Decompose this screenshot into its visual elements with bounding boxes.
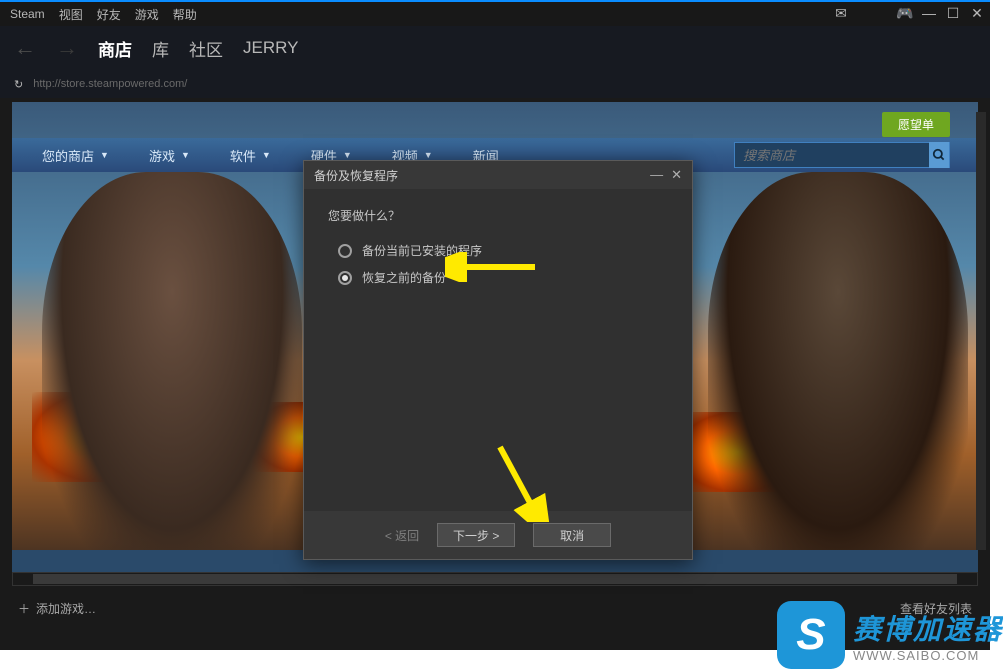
reload-icon[interactable]: ↻: [14, 78, 23, 91]
minimize-button[interactable]: —: [922, 6, 936, 20]
store-nav-software[interactable]: 软件 ▼: [210, 146, 291, 165]
dialog-minimize-button[interactable]: —: [650, 167, 663, 183]
store-nav-label: 软件: [230, 146, 256, 165]
main-navbar: ← → 商店 库 社区 JERRY: [0, 26, 990, 70]
plus-icon: ＋: [18, 600, 30, 617]
mail-icon[interactable]: ✉: [834, 6, 848, 20]
vertical-scrollbar[interactable]: [976, 112, 986, 550]
search-button[interactable]: [929, 142, 949, 168]
nav-back-button[interactable]: ←: [14, 35, 36, 61]
backup-restore-dialog: 备份及恢复程序 — ✕ 您要做什么？ 备份当前已安装的程序 恢复之前的备份 < …: [303, 160, 693, 560]
store-nav-games[interactable]: 游戏 ▼: [129, 146, 210, 165]
menu-steam[interactable]: Steam: [10, 7, 45, 21]
search-input[interactable]: [735, 148, 929, 163]
next-button[interactable]: 下一步 >: [437, 523, 515, 547]
window-controls: ✉ 🎮 — ☐ ✕: [834, 6, 984, 20]
chevron-down-icon: ▼: [424, 150, 433, 160]
watermark-logo-icon: S: [777, 601, 845, 669]
scrollbar-thumb[interactable]: [33, 574, 957, 584]
search-box: [734, 142, 950, 168]
dialog-titlebar: 备份及恢复程序 — ✕: [304, 161, 692, 189]
wishlist-button[interactable]: 愿望单: [882, 112, 950, 137]
dialog-prompt: 您要做什么？: [328, 207, 668, 224]
add-game-button[interactable]: ＋ 添加游戏…: [18, 600, 96, 617]
cancel-button[interactable]: 取消: [533, 523, 611, 547]
radio-icon: [338, 271, 352, 285]
nav-forward-button[interactable]: →: [56, 35, 78, 61]
store-nav-label: 游戏: [149, 146, 175, 165]
steam-main-window: Steam 视图 好友 游戏 帮助 ✉ 🎮 — ☐ ✕ ← → 商店 库 社区 …: [0, 0, 990, 650]
nav-community[interactable]: 社区: [189, 36, 223, 61]
dialog-body: 您要做什么？ 备份当前已安装的程序 恢复之前的备份: [304, 189, 692, 511]
back-button: < 返回: [385, 527, 419, 544]
nav-library[interactable]: 库: [152, 36, 169, 61]
dialog-close-button[interactable]: ✕: [671, 167, 682, 183]
radio-option-restore[interactable]: 恢复之前的备份: [328, 269, 668, 286]
url-bar: ↻ http://store.steampowered.com/: [0, 70, 990, 98]
watermark-url: WWW.SAIBO.COM: [853, 648, 1003, 663]
chevron-down-icon: ▼: [100, 150, 109, 160]
search-icon: [932, 148, 946, 162]
menu-help[interactable]: 帮助: [173, 6, 197, 23]
dialog-title-text: 备份及恢复程序: [314, 167, 398, 184]
menu-games[interactable]: 游戏: [135, 6, 159, 23]
watermark: S 赛博加速器 WWW.SAIBO.COM: [777, 601, 1003, 669]
radio-label: 备份当前已安装的程序: [362, 242, 482, 259]
radio-icon: [338, 244, 352, 258]
chevron-down-icon: ▼: [181, 150, 190, 160]
radio-option-backup[interactable]: 备份当前已安装的程序: [328, 242, 668, 259]
dialog-footer: < 返回 下一步 > 取消: [304, 511, 692, 559]
close-button[interactable]: ✕: [970, 6, 984, 20]
nav-profile[interactable]: JERRY: [243, 38, 298, 58]
add-game-label: 添加游戏…: [36, 600, 96, 617]
menu-friends[interactable]: 好友: [97, 6, 121, 23]
store-nav-yourstore[interactable]: 您的商店 ▼: [22, 146, 129, 165]
chevron-down-icon: ▼: [262, 150, 271, 160]
watermark-title: 赛博加速器: [853, 608, 1003, 648]
radio-label: 恢复之前的备份: [362, 269, 446, 286]
gamepad-icon[interactable]: 🎮: [898, 6, 912, 20]
store-nav-label: 您的商店: [42, 146, 94, 165]
nav-store[interactable]: 商店: [98, 36, 132, 61]
url-text: http://store.steampowered.com/: [33, 78, 187, 90]
horizontal-scrollbar[interactable]: [12, 572, 978, 586]
chevron-down-icon: ▼: [343, 150, 352, 160]
menu-view[interactable]: 视图: [59, 6, 83, 23]
maximize-button[interactable]: ☐: [946, 6, 960, 20]
